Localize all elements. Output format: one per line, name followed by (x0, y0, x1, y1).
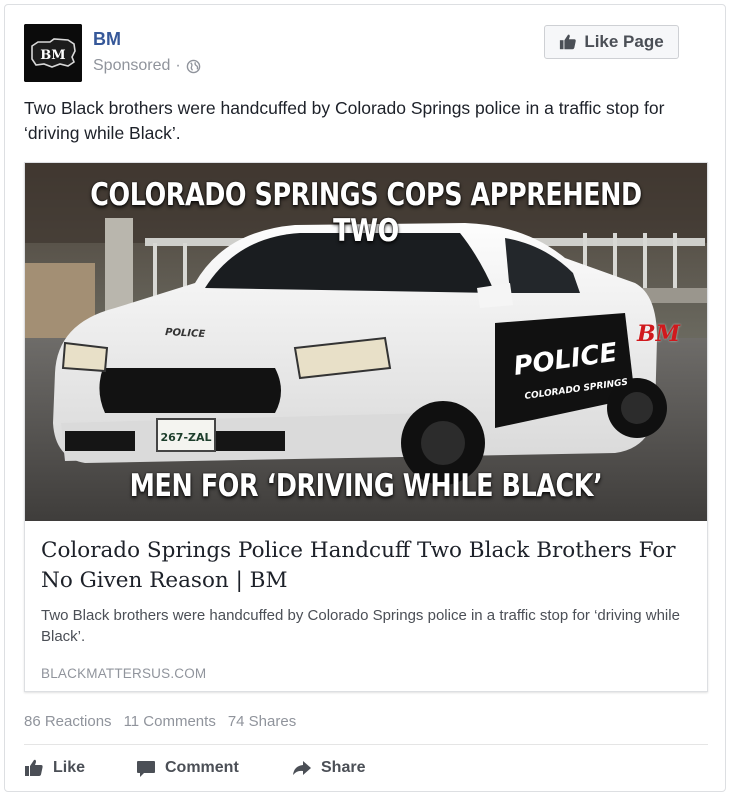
bm-watermark: BM (637, 321, 680, 347)
like-page-button[interactable]: Like Page (544, 25, 679, 59)
share-button[interactable]: Share (292, 753, 392, 783)
comment-icon (137, 761, 155, 777)
avatar-logo-text: BM (40, 48, 65, 63)
reactions-count[interactable]: 86 Reactions (24, 713, 112, 730)
comment-button[interactable]: Comment (136, 753, 292, 783)
image-headline-bottom: MEN FOR ‘DRIVING WHILE BLACK’ (129, 468, 603, 504)
post-text: Two Black brothers were handcuffed by Co… (24, 98, 665, 143)
engagement-counts: 86 Reactions 11 Comments 74 Shares (24, 713, 296, 730)
like-button[interactable]: Like (24, 753, 136, 783)
like-label: Like (53, 759, 86, 776)
comment-label: Comment (165, 759, 239, 776)
link-domain: BLACKMATTERSUS.COM (41, 666, 207, 681)
thumbs-up-icon (560, 34, 577, 50)
image-headline-top: COLORADO SPRINGS COPS APPREHEND TWO (90, 177, 642, 249)
globe-icon (186, 59, 201, 73)
sponsored-post-card: BM BM Sponsored · Like Page Two Black br… (4, 4, 726, 792)
share-arrow-icon (293, 761, 311, 775)
link-preview[interactable]: 267-ZAL POLICE COLORADO SPRINGS POLICE C… (24, 162, 708, 692)
link-description: Two Black brothers were handcuffed by Co… (41, 607, 680, 645)
hood-police-text: POLICE (165, 327, 206, 340)
page-name-link[interactable]: BM (93, 29, 121, 50)
bm-logo-icon: BM (24, 24, 82, 82)
comments-count[interactable]: 11 Comments (124, 713, 216, 730)
actions-divider (24, 744, 708, 745)
post-meta: Sponsored · (93, 57, 201, 75)
post-actions: Like Comment Share (24, 753, 392, 783)
shares-count[interactable]: 74 Shares (228, 713, 296, 730)
license-plate-text: 267-ZAL (160, 431, 211, 444)
like-page-label: Like Page (584, 32, 664, 51)
link-preview-image[interactable]: 267-ZAL POLICE COLORADO SPRINGS POLICE C… (25, 163, 707, 521)
link-title[interactable]: Colorado Springs Police Handcuff Two Bla… (41, 536, 691, 596)
sponsored-label[interactable]: Sponsored (93, 57, 170, 75)
meta-separator: · (175, 57, 181, 74)
share-label: Share (321, 759, 366, 776)
page-avatar[interactable]: BM (24, 24, 82, 82)
thumbs-up-icon (25, 759, 43, 776)
